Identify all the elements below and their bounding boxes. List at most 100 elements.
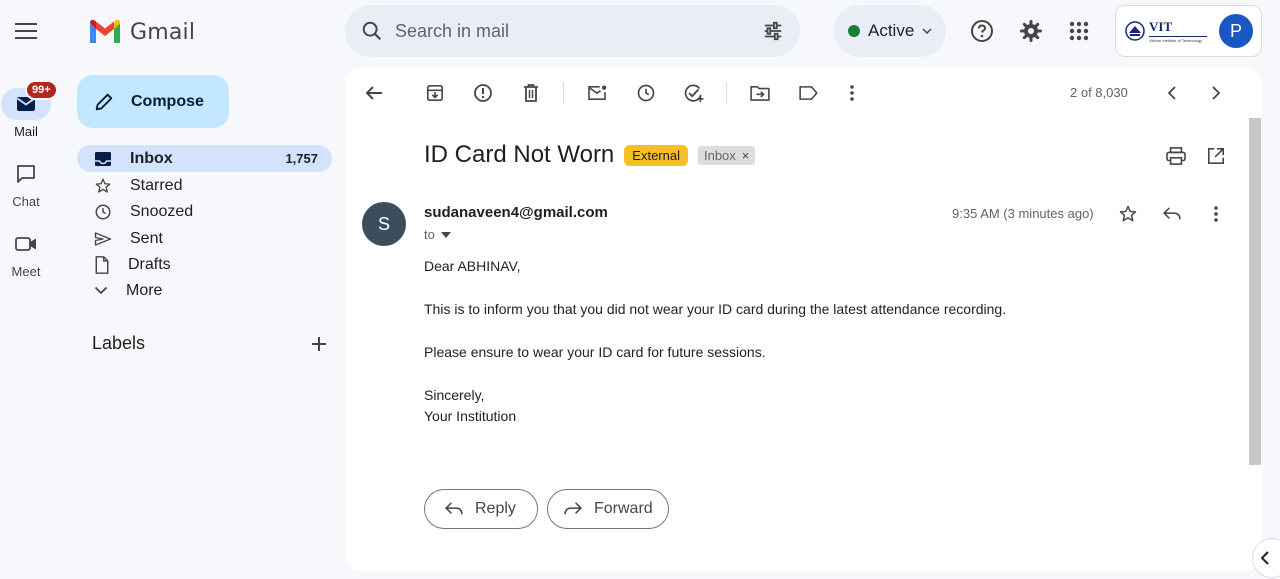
snooze-button[interactable] (633, 80, 659, 106)
rail-chat[interactable]: Chat (0, 158, 52, 209)
older-button[interactable] (1203, 80, 1229, 106)
email-subject: ID Card Not Worn (424, 141, 615, 168)
search-icon[interactable] (361, 20, 383, 42)
inbox-count: 1,757 (285, 151, 318, 166)
compose-button[interactable]: Compose (77, 75, 229, 128)
rail-chat-label: Chat (12, 194, 40, 209)
toolbar-divider (563, 82, 564, 104)
subject-row: ID Card Not Worn External Inbox × (424, 141, 756, 169)
video-camera-icon (15, 237, 36, 251)
status-selector[interactable]: Active (834, 5, 946, 57)
pagination-count: 2 of 8,030 (1070, 85, 1128, 100)
apps-grid-icon (1069, 21, 1089, 41)
back-button[interactable] (361, 80, 387, 106)
forward-icon (564, 502, 582, 515)
print-icon (1166, 147, 1186, 165)
chevron-left-icon (1168, 86, 1176, 100)
external-tag: External (624, 144, 688, 166)
caret-down-icon (440, 231, 451, 238)
send-icon (94, 231, 112, 246)
filter-options-icon[interactable] (762, 20, 784, 42)
account-switcher[interactable]: VIT Vellore Institute of Technology P (1115, 5, 1262, 57)
hamburger-icon (15, 23, 37, 39)
chevron-left-icon (1261, 551, 1269, 565)
email-greeting: Dear ABHINAV, (424, 258, 521, 274)
labels-heading: Labels (92, 333, 146, 353)
report-spam-button[interactable] (470, 80, 496, 106)
gmail-logo[interactable]: Gmail (88, 16, 195, 48)
org-subtitle: Vellore Institute of Technology (1149, 38, 1203, 43)
org-name: VIT (1149, 19, 1173, 34)
sidebar-item-drafts[interactable]: Drafts (77, 251, 332, 278)
add-task-icon (684, 84, 704, 103)
chevron-down-icon (922, 28, 932, 34)
toolbar-divider (726, 82, 727, 104)
labels-section: Labels (92, 333, 327, 354)
status-label: Active (868, 21, 915, 40)
recipient-details[interactable]: to (424, 227, 451, 242)
sender-email[interactable]: sudanaveen4@gmail.com (424, 204, 608, 221)
chevron-down-icon (94, 286, 108, 295)
inbox-icon (95, 151, 111, 166)
status-dot (848, 25, 860, 37)
rail-mail-label: Mail (14, 124, 38, 139)
forward-button[interactable]: Forward (547, 489, 669, 529)
scrollbar-thumb[interactable] (1249, 118, 1261, 465)
rail-meet[interactable]: Meet (0, 228, 52, 279)
remove-label-icon[interactable]: × (742, 148, 750, 163)
email-signature: Your Institution (424, 408, 517, 424)
reply-icon (445, 502, 463, 515)
add-to-tasks-button[interactable] (681, 80, 707, 106)
message-more-button[interactable] (1203, 201, 1229, 227)
sidebar-item-inbox[interactable]: Inbox 1,757 (77, 145, 332, 172)
open-new-window-button[interactable] (1203, 143, 1229, 169)
main-menu-button[interactable] (6, 11, 46, 51)
clock-icon (95, 204, 111, 219)
inbox-label-chip: Inbox × (697, 145, 756, 165)
move-to-button[interactable] (747, 80, 773, 106)
reply-icon-button[interactable] (1159, 201, 1185, 227)
pencil-icon (95, 93, 113, 110)
rail-mail[interactable]: 99+ Mail (0, 80, 58, 139)
reply-button[interactable]: Reply (424, 489, 538, 529)
side-panel-toggle[interactable] (1252, 538, 1280, 578)
avatar[interactable]: P (1219, 14, 1253, 48)
settings-button[interactable] (1011, 11, 1051, 51)
chevron-right-icon (1212, 86, 1220, 100)
help-button[interactable] (962, 11, 1002, 51)
sidebar-item-snoozed[interactable]: Snoozed (77, 198, 332, 225)
archive-button[interactable] (422, 80, 448, 106)
mark-unread-button[interactable] (584, 80, 610, 106)
received-time: 9:35 AM (3 minutes ago) (952, 206, 1094, 221)
arrow-left-icon (365, 86, 382, 100)
inbox-label-text: Inbox (703, 147, 736, 163)
more-options-button[interactable] (839, 80, 865, 106)
print-button[interactable] (1163, 143, 1189, 169)
reply-icon (1163, 207, 1181, 220)
sender-avatar[interactable]: S (362, 202, 406, 246)
star-button[interactable] (1115, 201, 1141, 227)
apps-button[interactable] (1059, 11, 1099, 51)
sidebar-item-more[interactable]: More (77, 277, 332, 304)
clock-icon (637, 84, 655, 102)
star-icon (95, 178, 111, 193)
more-vert-icon (1214, 206, 1218, 222)
unread-badge: 99+ (25, 80, 58, 100)
search-input[interactable] (395, 20, 762, 42)
sidebar-item-sent[interactable]: Sent (77, 225, 332, 252)
sidebar-item-label: Snoozed (130, 202, 194, 220)
app-name: Gmail (130, 19, 196, 45)
search-bar[interactable] (345, 5, 800, 57)
sidebar-item-label: Inbox (130, 149, 173, 167)
gear-icon (1020, 20, 1042, 42)
to-label: to (424, 227, 435, 242)
move-to-folder-icon (750, 85, 770, 101)
plus-icon[interactable] (311, 336, 327, 352)
newer-button[interactable] (1159, 80, 1185, 106)
chat-icon (17, 165, 35, 183)
labels-button[interactable] (795, 80, 821, 106)
sidebar-item-starred[interactable]: Starred (77, 172, 332, 199)
sidebar-item-label: Sent (130, 229, 163, 247)
delete-button[interactable] (518, 80, 544, 106)
gmail-m-icon (90, 19, 120, 43)
